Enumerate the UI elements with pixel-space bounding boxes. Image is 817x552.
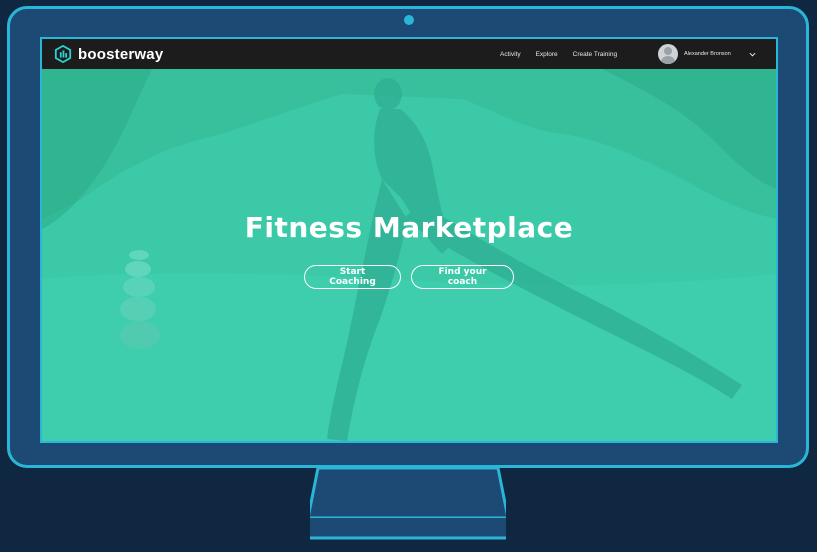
hero-buttons: Start Coaching Find your coach <box>42 265 776 289</box>
nav-link-create-training[interactable]: Create Training <box>573 51 617 58</box>
hero-section: Fitness Marketplace Start Coaching Find … <box>42 69 776 441</box>
user-name: Alexander Bronson <box>684 51 731 57</box>
webcam-dot <box>404 15 414 25</box>
screen: boosterway Activity Explore Create Train… <box>40 37 778 443</box>
user-menu[interactable]: Alexander Bronson <box>658 43 756 65</box>
top-navbar: boosterway Activity Explore Create Train… <box>42 39 776 69</box>
brand-name: boosterway <box>78 45 164 63</box>
start-coaching-button[interactable]: Start Coaching <box>304 265 401 289</box>
brand[interactable]: boosterway <box>54 43 163 65</box>
find-your-coach-button[interactable]: Find your coach <box>411 265 514 289</box>
chevron-down-icon[interactable] <box>749 52 756 57</box>
nav-link-activity[interactable]: Activity <box>500 51 521 58</box>
hero-background-image <box>42 69 776 441</box>
monitor-stand <box>310 468 506 540</box>
boosterway-logo-icon <box>54 45 72 63</box>
avatar[interactable] <box>658 44 678 64</box>
nav-links: Activity Explore Create Training <box>500 39 617 69</box>
hero-title: Fitness Marketplace <box>244 211 574 244</box>
nav-link-explore[interactable]: Explore <box>536 51 558 58</box>
